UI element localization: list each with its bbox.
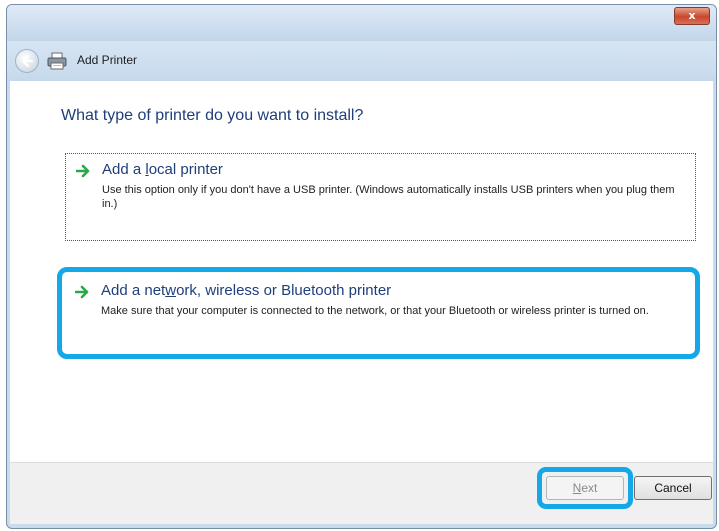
cancel-button[interactable]: Cancel: [634, 476, 712, 500]
add-local-printer-option[interactable]: Add a local printer Use this option only…: [65, 153, 696, 241]
back-button[interactable]: [15, 49, 39, 73]
title-bar: x: [7, 5, 716, 41]
printer-icon: [47, 52, 67, 70]
option-description: Make sure that your computer is connecte…: [101, 305, 649, 317]
option-description: Use this option only if you don't have a…: [102, 184, 675, 210]
next-button[interactable]: Next: [546, 476, 624, 500]
wizard-content: What type of printer do you want to inst…: [10, 81, 713, 462]
green-arrow-icon: [75, 285, 89, 299]
navigation-bar: Add Printer: [7, 41, 716, 81]
green-arrow-icon: [76, 164, 90, 178]
wizard-footer: Next Cancel: [10, 462, 713, 524]
add-network-printer-option[interactable]: Add a network, wireless or Bluetooth pri…: [65, 275, 696, 353]
add-printer-window: x Add Printer What type of printer do yo…: [6, 4, 717, 529]
option-title: Add a local printer: [102, 161, 223, 178]
option-title: Add a network, wireless or Bluetooth pri…: [101, 282, 392, 299]
close-button[interactable]: x: [674, 7, 710, 25]
page-heading: What type of printer do you want to inst…: [61, 107, 364, 124]
window-title: Add Printer: [77, 53, 138, 67]
back-arrow-icon: [21, 54, 34, 68]
